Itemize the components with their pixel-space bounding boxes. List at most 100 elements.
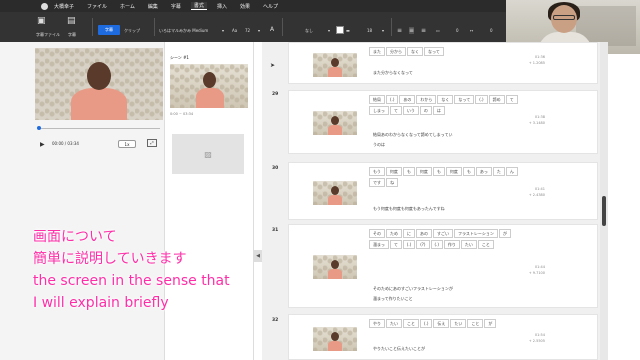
word-chip[interactable]: 何度 bbox=[385, 167, 402, 176]
word-chip[interactable]: も bbox=[462, 167, 475, 176]
word-chip[interactable]: (.) bbox=[475, 95, 488, 104]
row-text[interactable]: やりたいこと伝えたいことが bbox=[373, 345, 425, 352]
menu-insert[interactable]: 挿入 bbox=[214, 3, 230, 10]
word-chip[interactable]: は bbox=[432, 106, 445, 115]
chevron-down-icon[interactable]: ▾ bbox=[382, 28, 384, 33]
word-chip[interactable]: 何度 bbox=[415, 167, 432, 176]
video-preview[interactable] bbox=[35, 48, 163, 120]
transcript-row[interactable]: その ため に あの すごい フラストレーション が 溜まっ て (.) (?)… bbox=[288, 224, 598, 308]
chevron-down-icon[interactable]: ▾ bbox=[258, 28, 260, 33]
word-chip[interactable]: た bbox=[492, 167, 505, 176]
transcript-row[interactable]: また 分から なく なって また分からなくなって 01:36 + 1.2085 bbox=[288, 42, 598, 84]
align-left-icon[interactable]: ≡ bbox=[397, 27, 402, 34]
word-chip[interactable]: 溜まっ bbox=[369, 240, 389, 249]
word-chip[interactable]: (?) bbox=[416, 240, 430, 249]
scene-thumbnail[interactable] bbox=[170, 64, 248, 108]
menu-format[interactable]: 書式 bbox=[190, 2, 207, 10]
menu-subtitle[interactable]: 字幕 bbox=[168, 3, 184, 10]
row-text[interactable]: 溜まって作りたいこと bbox=[373, 295, 413, 302]
word-chip[interactable]: 作り bbox=[443, 240, 460, 249]
word-chip[interactable]: いう bbox=[402, 106, 419, 115]
word-chip[interactable]: こと bbox=[467, 319, 484, 328]
word-chip[interactable]: 結局 bbox=[369, 95, 385, 104]
outline-size-select[interactable]: 18 bbox=[367, 28, 372, 33]
letter-spacing-value[interactable]: 0 bbox=[490, 28, 493, 33]
word-chip[interactable]: なって bbox=[424, 47, 444, 56]
speed-button[interactable]: 1x bbox=[118, 140, 136, 148]
chevron-down-icon[interactable]: ▾ bbox=[222, 28, 224, 33]
menu-effects[interactable]: 効果 bbox=[237, 3, 253, 10]
add-scene-placeholder[interactable]: ▨ bbox=[172, 134, 244, 174]
row-text[interactable]: また分からなくなって bbox=[373, 69, 413, 76]
position-value[interactable]: 0 bbox=[456, 28, 459, 33]
word-chip[interactable]: (.) bbox=[430, 240, 443, 249]
clip-mode-button[interactable]: クリップ bbox=[124, 28, 140, 34]
word-chip[interactable]: わから bbox=[416, 95, 437, 104]
menu-file[interactable]: ファイル bbox=[84, 3, 110, 10]
word-chip[interactable]: て bbox=[505, 95, 518, 104]
word-chip[interactable]: もう bbox=[369, 167, 385, 176]
line-spacing-select[interactable]: なし bbox=[305, 28, 313, 34]
play-icon[interactable]: ▶ bbox=[40, 141, 45, 148]
word-chip[interactable]: ね bbox=[386, 178, 398, 187]
word-chip[interactable]: も bbox=[402, 167, 415, 176]
text-color-icon[interactable]: A bbox=[270, 26, 274, 33]
word-chip[interactable]: なく bbox=[407, 47, 423, 56]
fill-color-swatch[interactable] bbox=[336, 26, 344, 34]
chevron-down-icon[interactable]: ▾ bbox=[328, 28, 330, 33]
word-chip[interactable]: 分から bbox=[386, 47, 406, 56]
word-chip[interactable]: フラストレーション bbox=[454, 229, 498, 238]
word-chip[interactable]: こと bbox=[477, 240, 494, 249]
word-chip[interactable]: たい bbox=[450, 319, 467, 328]
word-chip[interactable]: あの bbox=[416, 229, 432, 238]
align-center-icon[interactable]: ≡ bbox=[409, 27, 415, 34]
row-text[interactable]: そのためにあのすごいフラストレーションが bbox=[373, 285, 453, 292]
word-chip[interactable]: 伝え bbox=[433, 319, 450, 328]
word-chip[interactable]: の bbox=[419, 106, 432, 115]
word-chip[interactable]: が bbox=[484, 319, 497, 328]
transcript-row[interactable]: やり たい こと (.) 伝え たい こと が やりたいこと伝えたいことが 01… bbox=[288, 314, 598, 360]
subtitle-mode-button[interactable]: 字幕 bbox=[98, 25, 120, 35]
fullscreen-icon[interactable]: ⤢ bbox=[147, 139, 157, 147]
menu-edit[interactable]: 編集 bbox=[145, 3, 161, 10]
row-text[interactable]: うのは bbox=[373, 141, 385, 148]
transcript-row[interactable]: 結局 (.) あの わから なく なって (.) 諦め て しまっ て いう の… bbox=[288, 90, 598, 154]
menu-home[interactable]: ホーム bbox=[117, 3, 138, 10]
row-text[interactable]: もう何度も何度も何度もあったんですね bbox=[373, 205, 445, 212]
menu-help[interactable]: ヘルプ bbox=[260, 3, 281, 10]
seek-handle[interactable] bbox=[37, 126, 41, 130]
word-chip[interactable]: こと bbox=[403, 319, 419, 328]
word-chip[interactable]: ん bbox=[505, 167, 518, 176]
word-chip[interactable]: すごい bbox=[433, 229, 453, 238]
word-chip[interactable]: また bbox=[369, 47, 385, 56]
align-right-icon[interactable]: ≡ bbox=[421, 27, 426, 34]
word-chip[interactable]: が bbox=[498, 229, 511, 238]
seek-bar[interactable] bbox=[38, 128, 160, 129]
word-chip[interactable]: (.) bbox=[420, 319, 433, 328]
word-chip[interactable]: も bbox=[432, 167, 445, 176]
font-size-select[interactable]: 72 bbox=[245, 28, 250, 33]
scrollbar-thumb[interactable] bbox=[602, 196, 606, 226]
word-chip[interactable]: たい bbox=[386, 319, 402, 328]
outline-icon[interactable]: ▬ bbox=[346, 28, 350, 33]
word-chip[interactable]: しまっ bbox=[369, 106, 389, 115]
word-chip[interactable]: です bbox=[369, 178, 385, 187]
word-chip[interactable]: たい bbox=[460, 240, 477, 249]
word-chip[interactable]: あの bbox=[399, 95, 416, 104]
user-avatar-icon[interactable] bbox=[41, 2, 48, 10]
word-chip[interactable]: (.) bbox=[386, 95, 399, 104]
row-text[interactable]: 結局あのわからなくなって諦めてしまってい bbox=[373, 131, 452, 138]
word-chip[interactable]: なく bbox=[437, 95, 454, 104]
word-chip[interactable]: て bbox=[389, 106, 402, 115]
word-chip[interactable]: ため bbox=[386, 229, 402, 238]
word-chip[interactable]: 何度 bbox=[445, 167, 462, 176]
word-chip[interactable]: に bbox=[403, 229, 415, 238]
transcript-row[interactable]: もう 何度 も 何度 も 何度 も あっ た ん です ね もう何度も何度も何度… bbox=[288, 162, 598, 220]
word-chip[interactable]: て bbox=[389, 240, 402, 249]
word-chip[interactable]: あっ bbox=[475, 167, 492, 176]
font-select[interactable]: いろはマルみかみ Medium bbox=[159, 28, 208, 34]
subtitle-icon[interactable]: ▤ bbox=[67, 16, 76, 26]
subtitle-file-icon[interactable]: ▣ bbox=[37, 16, 46, 26]
word-chip[interactable]: (.) bbox=[402, 240, 416, 249]
word-chip[interactable]: なって bbox=[454, 95, 475, 104]
